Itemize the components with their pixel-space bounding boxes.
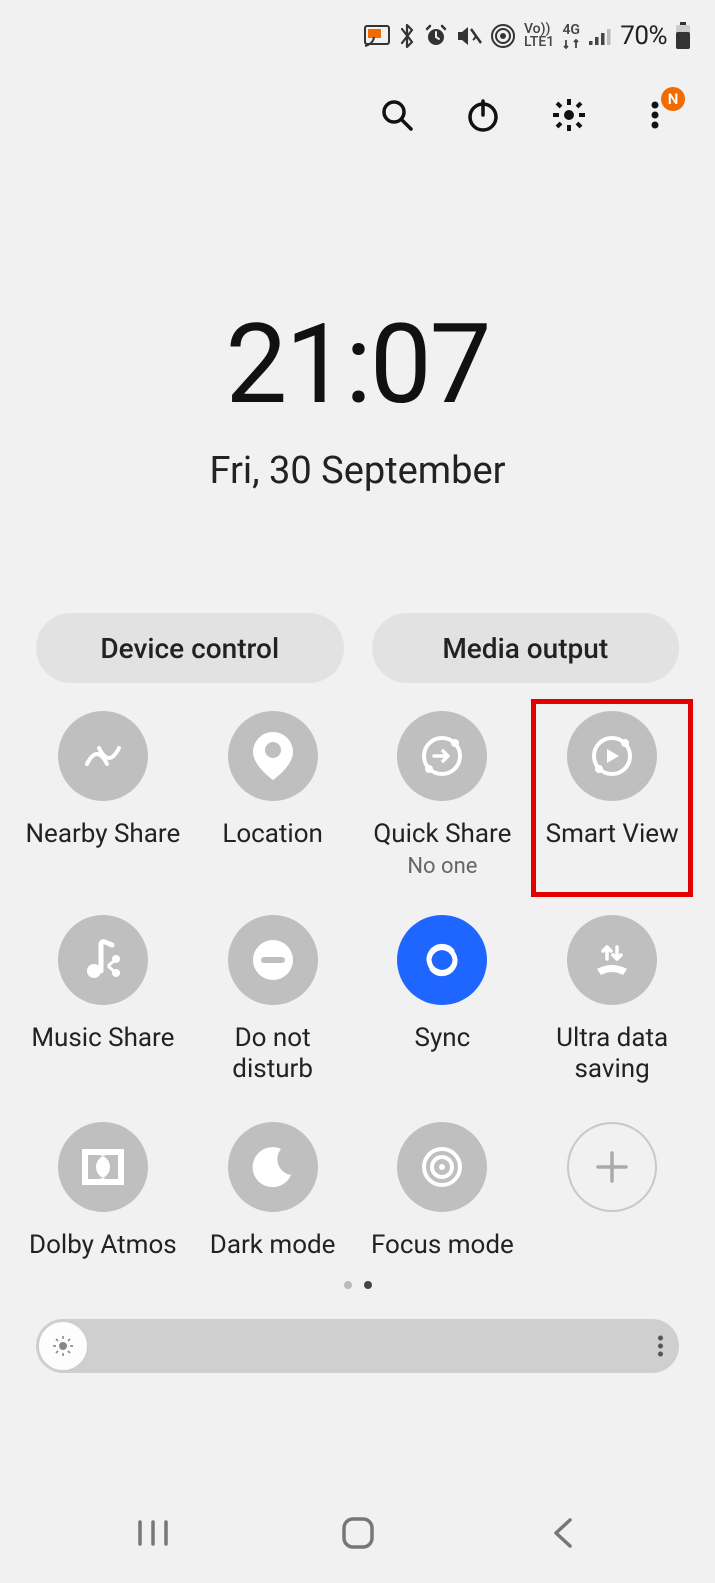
tile-add[interactable] bbox=[527, 1112, 697, 1271]
notification-badge: N bbox=[661, 87, 685, 111]
tile-label: Focus mode bbox=[371, 1230, 514, 1261]
settings-button[interactable] bbox=[549, 95, 589, 135]
location-icon bbox=[228, 711, 318, 801]
tile-ultra-data-saving[interactable]: Ultra data saving bbox=[527, 905, 697, 1095]
volte-indicator: Vo)) LTE1 bbox=[524, 23, 554, 48]
brightness-thumb[interactable] bbox=[38, 1321, 88, 1371]
tile-smart-view[interactable]: Smart View bbox=[527, 701, 697, 889]
quick-settings-tiles: Nearby Share Location Quick Share No one Sma… bbox=[0, 683, 715, 1271]
tile-label: Smart View bbox=[546, 819, 679, 850]
tile-focus-mode[interactable]: Focus mode bbox=[358, 1112, 528, 1271]
tile-sublabel: No one bbox=[407, 854, 477, 879]
tile-label: Dark mode bbox=[210, 1230, 336, 1261]
home-icon bbox=[339, 1514, 377, 1552]
tile-label: Nearby Share bbox=[25, 819, 180, 850]
vibrate-mute-icon bbox=[456, 24, 482, 48]
tile-label: Dolby Atmos bbox=[29, 1230, 177, 1261]
do-not-disturb-icon bbox=[228, 915, 318, 1005]
hotspot-icon bbox=[490, 23, 516, 49]
back-button[interactable] bbox=[538, 1508, 588, 1558]
tile-label: Quick Share bbox=[373, 819, 511, 850]
gear-icon bbox=[551, 97, 587, 133]
add-icon bbox=[567, 1122, 657, 1212]
brightness-menu-button[interactable] bbox=[658, 1335, 663, 1356]
page-indicator bbox=[0, 1281, 715, 1289]
cast-active-icon bbox=[364, 25, 390, 47]
nearby-share-icon bbox=[58, 711, 148, 801]
recents-button[interactable] bbox=[128, 1508, 178, 1558]
search-icon bbox=[379, 97, 415, 133]
tile-location[interactable]: Location bbox=[188, 701, 358, 889]
alarm-icon bbox=[424, 24, 448, 48]
brightness-row bbox=[0, 1289, 715, 1373]
bluetooth-icon bbox=[398, 23, 416, 49]
quick-share-icon bbox=[397, 711, 487, 801]
ultra-data-saving-icon bbox=[567, 915, 657, 1005]
recents-icon bbox=[136, 1518, 170, 1548]
tile-label: Do not disturb bbox=[192, 1023, 354, 1085]
network-4g-icon: 4G bbox=[562, 22, 580, 50]
signal-icon bbox=[588, 26, 612, 46]
power-button[interactable] bbox=[463, 95, 503, 135]
focus-mode-icon bbox=[397, 1122, 487, 1212]
tile-label: Location bbox=[222, 819, 323, 850]
sun-icon bbox=[52, 1335, 74, 1357]
tile-dark-mode[interactable]: Dark mode bbox=[188, 1112, 358, 1271]
search-button[interactable] bbox=[377, 95, 417, 135]
tile-do-not-disturb[interactable]: Do not disturb bbox=[188, 905, 358, 1095]
dolby-atmos-icon bbox=[58, 1122, 148, 1212]
battery-icon bbox=[675, 22, 691, 50]
battery-percent: 70% bbox=[620, 21, 667, 51]
clock-date: Fri, 30 September bbox=[0, 449, 715, 493]
smart-view-icon bbox=[567, 711, 657, 801]
back-icon bbox=[550, 1516, 576, 1550]
tile-label: Sync bbox=[415, 1023, 471, 1054]
tile-label: Ultra data saving bbox=[531, 1023, 693, 1085]
panel-top-actions: N bbox=[0, 60, 715, 150]
power-icon bbox=[465, 97, 501, 133]
more-icon bbox=[650, 100, 660, 130]
tile-quick-share[interactable]: Quick Share No one bbox=[358, 701, 528, 889]
clock-time: 21:07 bbox=[0, 300, 715, 429]
music-share-icon bbox=[58, 915, 148, 1005]
more-button[interactable]: N bbox=[635, 95, 675, 135]
tile-music-share[interactable]: Music Share bbox=[18, 905, 188, 1095]
navigation-bar bbox=[0, 1483, 715, 1583]
control-pill-row: Device control Media output bbox=[0, 613, 715, 683]
clock-block: 21:07 Fri, 30 September bbox=[0, 300, 715, 493]
tile-label: Music Share bbox=[31, 1023, 174, 1054]
page-dot[interactable] bbox=[344, 1281, 352, 1289]
media-output-button[interactable]: Media output bbox=[372, 613, 680, 683]
status-bar: Vo)) LTE1 4G 70% bbox=[0, 0, 715, 60]
page-dot[interactable] bbox=[364, 1281, 372, 1289]
tile-sync[interactable]: Sync bbox=[358, 905, 528, 1095]
device-control-button[interactable]: Device control bbox=[36, 613, 344, 683]
home-button[interactable] bbox=[333, 1508, 383, 1558]
brightness-slider[interactable] bbox=[36, 1319, 679, 1373]
dark-mode-icon bbox=[228, 1122, 318, 1212]
tile-dolby-atmos[interactable]: Dolby Atmos bbox=[18, 1112, 188, 1271]
sync-icon bbox=[397, 915, 487, 1005]
tile-nearby-share[interactable]: Nearby Share bbox=[18, 701, 188, 889]
